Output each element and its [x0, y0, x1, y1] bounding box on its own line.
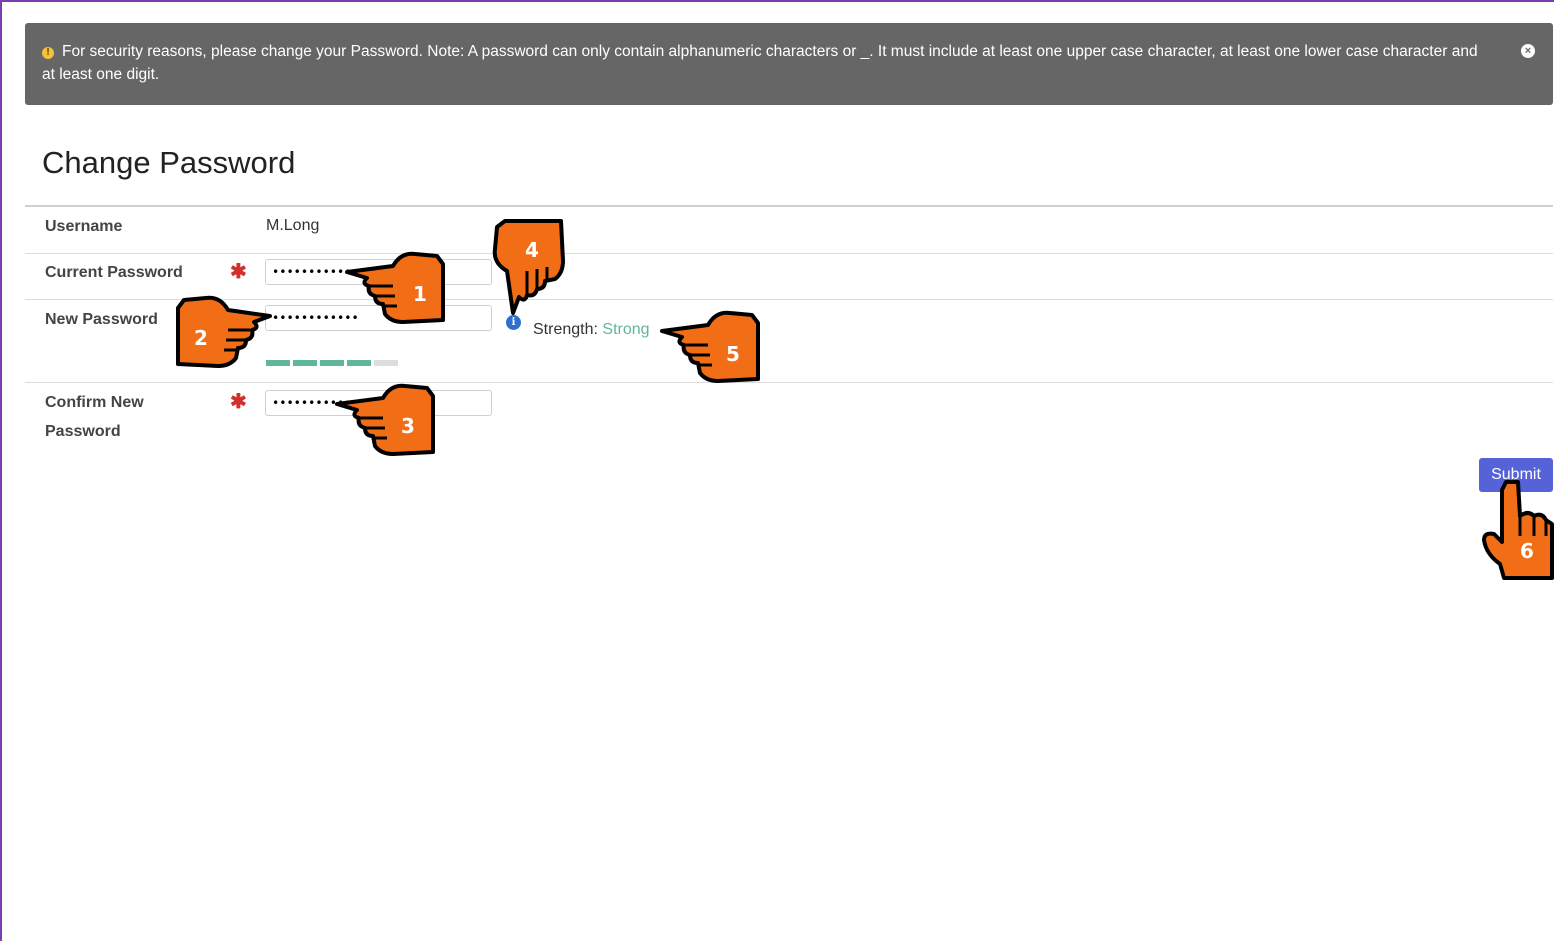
close-icon[interactable]: ×: [1521, 44, 1535, 58]
callout-number: 5: [726, 342, 740, 366]
callout-number: 3: [401, 414, 415, 438]
alert-message: For security reasons, please change your…: [42, 43, 1478, 83]
username-value: M.Long: [266, 217, 320, 234]
strength-meter-segment: [293, 360, 317, 366]
callout-6-pointing-hand-icon: 6: [1482, 480, 1554, 580]
strength-meter-segment: [347, 360, 371, 366]
strength-label: Strength:: [533, 321, 598, 338]
confirm-password-label-line2: Password: [45, 423, 121, 440]
username-label: Username: [45, 218, 123, 235]
callout-3-pointing-hand-icon: 3: [335, 378, 440, 458]
callout-number: 4: [525, 238, 539, 262]
info-icon[interactable]: i: [506, 315, 521, 330]
row-divider: [25, 253, 1553, 254]
callout-number: 6: [1520, 539, 1534, 563]
callout-number: 1: [413, 282, 427, 306]
password-strength: Strength: Strong: [533, 321, 650, 339]
confirm-password-label-line1: Confirm New: [45, 394, 144, 411]
warning-icon: !: [42, 47, 54, 59]
callout-5-pointing-hand-icon: 5: [660, 305, 765, 385]
strength-meter-segment: [374, 360, 398, 366]
strength-meter-segment: [320, 360, 344, 366]
page-title: Change Password: [42, 145, 296, 180]
callout-1-pointing-hand-icon: 1: [345, 246, 450, 326]
new-password-label: New Password: [45, 311, 158, 328]
page-frame: [0, 0, 1554, 941]
strength-value: Strong: [602, 321, 650, 338]
row-divider: [25, 382, 1553, 383]
required-marker: ✱: [230, 261, 247, 283]
title-divider: [25, 205, 1553, 207]
callout-number: 2: [194, 326, 208, 350]
current-password-label: Current Password: [45, 264, 183, 281]
callout-2-pointing-hand-icon: 2: [172, 290, 272, 370]
security-alert: ! For security reasons, please change you…: [25, 23, 1553, 105]
callout-4-pointing-hand-icon: 4: [487, 215, 567, 315]
required-marker: ✱: [230, 391, 247, 413]
